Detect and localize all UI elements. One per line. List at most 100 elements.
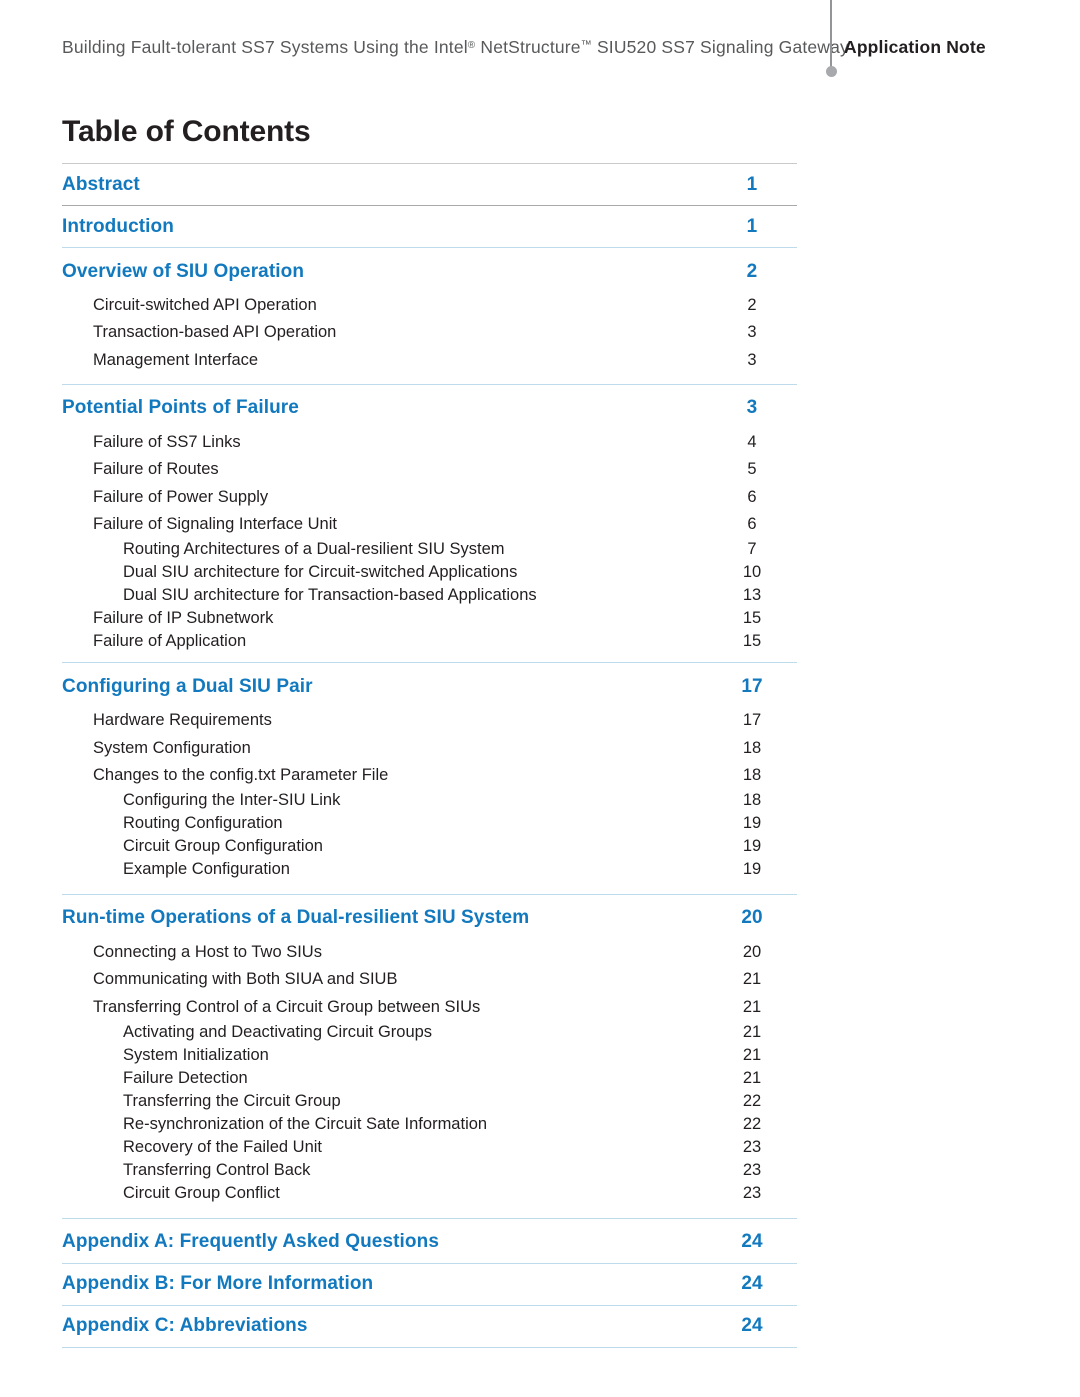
toc-entry-level3[interactable]: Recovery of the Failed Unit 23	[62, 1136, 797, 1159]
toc-entry-label: Routing Architectures of a Dual-resilien…	[123, 540, 505, 559]
toc-entry-level3[interactable]: Routing Architectures of a Dual-resilien…	[62, 538, 797, 561]
toc-entry-page: 6	[747, 514, 757, 533]
document-running-header: Building Fault-tolerant SS7 Systems Usin…	[0, 0, 1080, 92]
toc-entry-label: Introduction	[62, 215, 174, 237]
toc-group-spacer	[62, 1205, 797, 1218]
toc-entry-label: Failure of IP Subnetwork	[93, 609, 274, 628]
toc-entry-label: Abstract	[62, 173, 140, 195]
header-divider	[826, 0, 838, 90]
toc-group-spacer	[62, 881, 797, 894]
toc-entry-level2[interactable]: Circuit-switched API Operation 2	[62, 292, 797, 319]
toc-entry-label: Changes to the config.txt Parameter File	[93, 765, 389, 784]
toc-entry-page: 22	[742, 1091, 762, 1110]
header-title-part-2: NetStructure	[475, 37, 581, 57]
toc-entry-label: Failure of Power Supply	[93, 487, 269, 506]
toc-entry-page: 7	[747, 540, 757, 559]
toc-entry-level1[interactable]: Abstract 1	[62, 164, 797, 205]
toc-entry-label: Routing Configuration	[123, 813, 283, 832]
toc-entry-label: Configuring the Inter-SIU Link	[123, 790, 341, 809]
toc-entry-label: Dual SIU architecture for Transaction-ba…	[123, 586, 537, 605]
toc-entry-page: 1	[746, 215, 758, 237]
toc-entry-level2[interactable]: Failure of SS7 Links 4	[62, 429, 797, 456]
toc-entry-page: 17	[741, 675, 763, 697]
toc-entry-page: 18	[742, 790, 762, 809]
toc-rule	[62, 1217, 797, 1219]
toc-rule	[62, 1346, 797, 1348]
toc-entry-level2[interactable]: Failure of Signaling Interface Unit 6	[62, 511, 797, 538]
toc-entry-label: Failure of SS7 Links	[93, 433, 241, 452]
toc-entry-level2[interactable]: Transaction-based API Operation 3	[62, 319, 797, 346]
toc-entry-level3[interactable]: Re-synchronization of the Circuit Sate I…	[62, 1113, 797, 1136]
toc-entry-page: 24	[741, 1273, 763, 1295]
toc-entry-level2[interactable]: Connecting a Host to Two SIUs 20	[62, 939, 797, 966]
toc-entry-label: Overview of SIU Operation	[62, 260, 305, 282]
toc-entry-label: Transferring Control Back	[123, 1160, 311, 1179]
toc-entry-level3[interactable]: Transferring the Circuit Group 22	[62, 1090, 797, 1113]
toc-entry-level2[interactable]: Management Interface 3	[62, 347, 797, 374]
toc-entry-page: 21	[742, 970, 762, 989]
toc-entry-level3[interactable]: Example Configuration 19	[62, 858, 797, 881]
toc-entry-page: 21	[742, 997, 762, 1016]
toc-entry-level2[interactable]: Changes to the config.txt Parameter File…	[62, 762, 797, 789]
toc-entry-label: Management Interface	[93, 350, 259, 369]
toc-entry-label: Example Configuration	[123, 859, 290, 878]
header-title-part-3: SIU520 SS7 Signaling Gateway	[591, 37, 849, 57]
toc-entry-page: 20	[742, 943, 762, 962]
toc-entry-page: 21	[742, 1045, 762, 1064]
toc-entry-level1[interactable]: Appendix C: Abbreviations 24	[62, 1306, 797, 1347]
toc-rule	[62, 383, 797, 385]
toc-entry-level3[interactable]: Dual SIU architecture for Transaction-ba…	[62, 584, 797, 607]
toc-entry-label: Appendix C: Abbreviations	[62, 1315, 308, 1337]
toc-entry-page: 3	[746, 397, 758, 419]
toc-entry-level3[interactable]: Routing Configuration 19	[62, 812, 797, 835]
toc-entry-level2[interactable]: Communicating with Both SIUA and SIUB 21	[62, 966, 797, 993]
toc-entry-level2[interactable]: Failure of Application 15	[62, 630, 797, 653]
header-kicker-label: Application Note	[844, 37, 986, 57]
toc-entry-label: Recovery of the Failed Unit	[123, 1137, 323, 1156]
toc-entry-level3[interactable]: Configuring the Inter-SIU Link 18	[62, 789, 797, 812]
toc-entry-level1[interactable]: Potential Points of Failure 3	[62, 388, 797, 429]
toc-entry-level1[interactable]: Run-time Operations of a Dual-resilient …	[62, 898, 797, 939]
toc-entry-label: Transferring the Circuit Group	[123, 1091, 341, 1110]
toc-entry-level2[interactable]: Hardware Requirements 17	[62, 707, 797, 734]
toc-entry-level2[interactable]: Failure of Routes 5	[62, 456, 797, 483]
header-vertical-rule	[830, 0, 832, 72]
toc-entry-level1[interactable]: Appendix A: Frequently Asked Questions 2…	[62, 1222, 797, 1263]
header-dot-icon	[826, 66, 837, 77]
toc-entry-page: 15	[742, 632, 762, 651]
toc-entry-page: 24	[741, 1315, 763, 1337]
toc-entry-page: 17	[742, 711, 762, 730]
toc-entry-page: 22	[742, 1114, 762, 1133]
toc-entry-level3[interactable]: Circuit Group Conflict 23	[62, 1182, 797, 1205]
toc-entry-level2[interactable]: System Configuration 18	[62, 734, 797, 761]
toc-entry-level1[interactable]: Configuring a Dual SIU Pair 17	[62, 666, 797, 707]
toc-entry-page: 21	[742, 1068, 762, 1087]
toc-entry-page: 21	[742, 1022, 762, 1041]
toc-entry-level3[interactable]: System Initialization 21	[62, 1044, 797, 1067]
toc-rule	[62, 662, 797, 664]
toc-entry-level1[interactable]: Appendix B: For More Information 24	[62, 1264, 797, 1305]
page-title: Table of Contents	[62, 115, 311, 148]
toc-entry-label: Communicating with Both SIUA and SIUB	[93, 970, 398, 989]
header-title-part-1: Building Fault-tolerant SS7 Systems Usin…	[62, 37, 468, 57]
trademark-icon: ™	[580, 39, 592, 51]
toc-entry-page: 19	[742, 813, 762, 832]
toc-entry-level1[interactable]: Overview of SIU Operation 2	[62, 251, 797, 292]
toc-group-spacer	[62, 374, 797, 384]
toc-entry-page: 18	[742, 738, 762, 757]
toc-entry-level3[interactable]: Transferring Control Back 23	[62, 1159, 797, 1182]
toc-entry-level3[interactable]: Dual SIU architecture for Circuit-switch…	[62, 561, 797, 584]
toc-entry-level2[interactable]: Failure of Power Supply 6	[62, 483, 797, 510]
toc-entry-level3[interactable]: Circuit Group Configuration 19	[62, 835, 797, 858]
toc-entry-page: 24	[741, 1231, 763, 1253]
toc-entry-level3[interactable]: Failure Detection 21	[62, 1067, 797, 1090]
toc-entry-page: 10	[742, 563, 762, 582]
toc-entry-level1[interactable]: Introduction 1	[62, 206, 797, 247]
toc-entry-level3[interactable]: Activating and Deactivating Circuit Grou…	[62, 1021, 797, 1044]
toc-entry-page: 23	[742, 1160, 762, 1179]
toc-entry-level2[interactable]: Transferring Control of a Circuit Group …	[62, 994, 797, 1021]
toc-entry-level2[interactable]: Failure of IP Subnetwork 15	[62, 607, 797, 630]
toc-entry-label: Potential Points of Failure	[62, 397, 299, 419]
toc-entry-page: 1	[746, 173, 758, 195]
toc-entry-page: 19	[742, 859, 762, 878]
